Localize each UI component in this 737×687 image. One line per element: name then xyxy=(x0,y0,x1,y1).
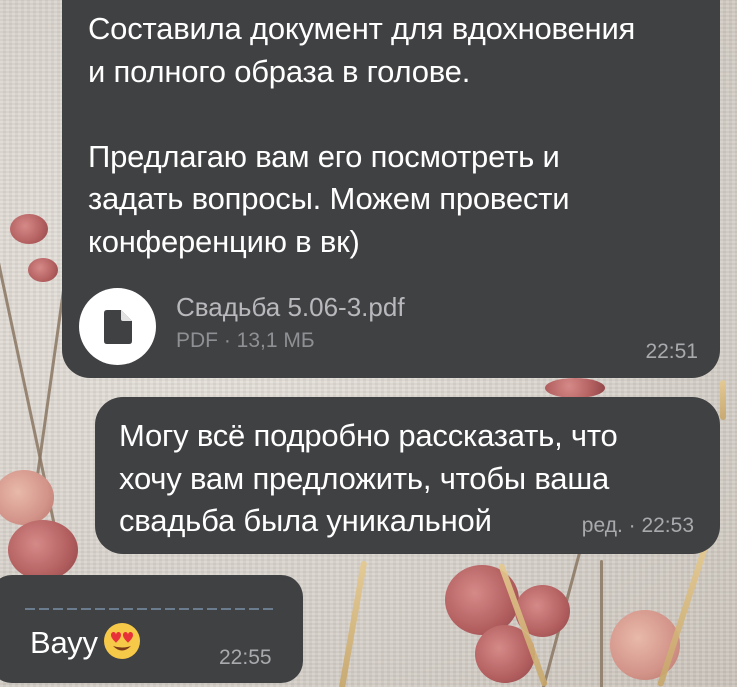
reply-quote-preview[interactable] xyxy=(25,600,275,616)
heart-eyes-emoji xyxy=(102,621,142,661)
message-text: Составила документ для вдохновения и пол… xyxy=(88,11,636,259)
file-name[interactable]: Свадьба 5.06-3.pdf xyxy=(176,290,405,324)
message-bubble-incoming-document[interactable]: Составила документ для вдохновения и пол… xyxy=(62,0,720,378)
message-bubble-reply[interactable]: Вауу 22:55 xyxy=(0,575,303,683)
message-edited-time: ред. · 22:53 xyxy=(581,514,694,537)
message-time: 22:55 xyxy=(219,646,272,669)
document-icon[interactable] xyxy=(79,288,156,365)
message-text: Вауу xyxy=(30,621,142,665)
file-info: PDF · 13,1 МБ xyxy=(176,328,315,352)
message-time: 22:51 xyxy=(645,340,698,363)
message-bubble-incoming[interactable]: Могу всё подробно рассказать, что хочу в… xyxy=(95,397,720,554)
file-attachment[interactable]: Свадьба 5.06-3.pdf PDF · 13,1 МБ xyxy=(79,288,405,365)
